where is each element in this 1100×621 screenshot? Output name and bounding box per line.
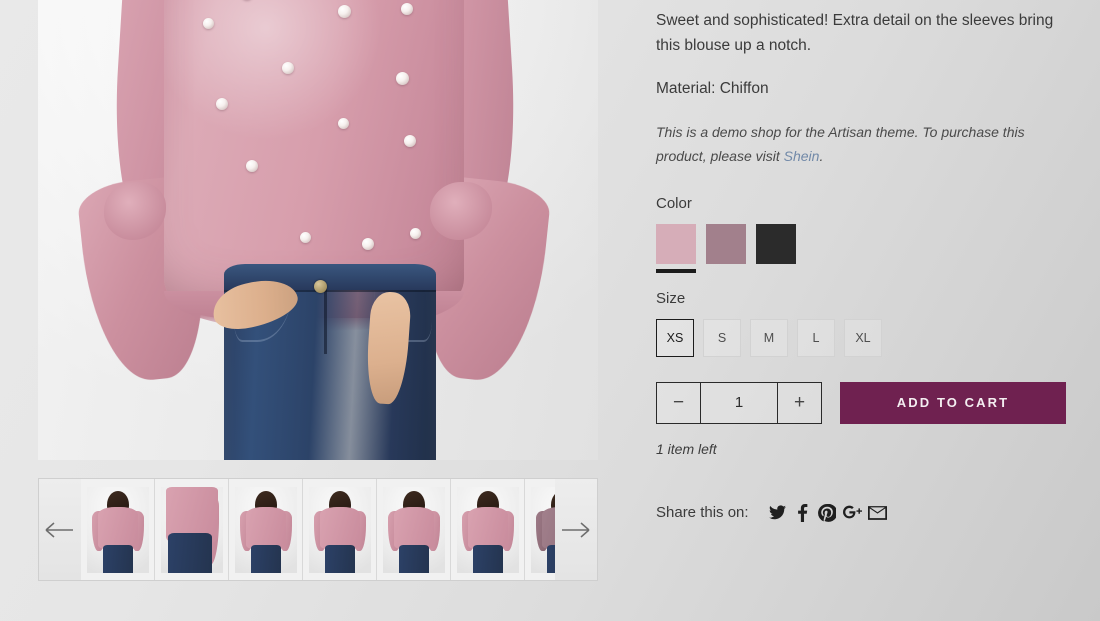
size-option-l[interactable]: L — [797, 318, 835, 357]
carousel-next-arrow[interactable] — [555, 479, 597, 580]
quantity-decrease-button[interactable]: − — [657, 382, 701, 423]
pearl-embellishment — [216, 98, 228, 110]
thumbnail-item[interactable] — [81, 479, 155, 580]
thumbnail-item[interactable] — [525, 479, 555, 580]
product-material: Material: Chiffon — [656, 80, 769, 98]
email-icon[interactable] — [865, 506, 890, 520]
color-label: Color — [656, 194, 692, 212]
product-page: Sweet and sophisticated! Extra detail on… — [0, 0, 1100, 621]
pearl-embellishment — [282, 62, 294, 74]
facebook-icon[interactable] — [790, 503, 815, 522]
share-label: Share this on: — [656, 504, 749, 522]
pearl-embellishment — [401, 3, 413, 15]
color-swatch-fill — [756, 223, 796, 264]
quantity-value[interactable]: 1 — [701, 383, 777, 423]
color-swatch-charcoal[interactable] — [756, 223, 796, 264]
size-option-s[interactable]: S — [703, 318, 741, 357]
thumbnail-item[interactable] — [229, 479, 303, 580]
thumbnail-image — [309, 487, 371, 573]
thumbnail-carousel — [38, 478, 598, 581]
carousel-prev-arrow[interactable] — [39, 479, 81, 580]
pearl-embellishment — [404, 135, 416, 147]
googleplus-icon[interactable] — [840, 504, 865, 521]
size-options: XS S M L XL — [656, 318, 1076, 357]
size-option-m[interactable]: M — [750, 318, 788, 357]
model-figure — [38, 0, 598, 460]
pearl-embellishment — [338, 5, 351, 18]
demo-shop-note: This is a demo shop for the Artisan them… — [656, 121, 1068, 169]
pinterest-icon[interactable] — [815, 503, 840, 522]
thumbnail-image — [235, 487, 297, 573]
color-swatch-pink[interactable] — [656, 223, 696, 273]
thumbnail-image — [457, 487, 519, 573]
product-details: Sweet and sophisticated! Extra detail on… — [656, 0, 1076, 621]
thumbnail-image — [531, 487, 555, 573]
color-swatches — [656, 223, 1076, 273]
pearl-embellishment — [246, 160, 258, 172]
product-description: Sweet and sophisticated! Extra detail on… — [656, 12, 1054, 55]
demo-note-suffix: . — [819, 148, 824, 165]
jeans-fly — [324, 288, 327, 354]
pearl-embellishment — [362, 238, 374, 250]
twitter-icon[interactable] — [765, 505, 790, 520]
pearl-embellishment — [410, 228, 421, 239]
thumbnail-item[interactable] — [451, 479, 525, 580]
pearl-embellishment — [338, 118, 349, 129]
color-swatch-fill — [706, 223, 746, 264]
size-label: Size — [656, 289, 686, 307]
size-option-xs[interactable]: XS — [656, 318, 694, 357]
size-option-xl[interactable]: XL — [844, 318, 882, 357]
demo-note-text: This is a demo shop for the Artisan them… — [656, 124, 1025, 165]
quantity-stepper: − 1 + — [656, 381, 822, 424]
pearl-embellishment — [203, 18, 214, 29]
stock-status: 1 item left — [656, 440, 717, 457]
shein-link[interactable]: Shein — [784, 148, 820, 164]
color-swatch-mauve[interactable] — [706, 223, 746, 264]
quantity-increase-button[interactable]: + — [777, 382, 821, 423]
jeans-button — [314, 280, 327, 293]
thumbnail-image — [383, 487, 445, 573]
thumbnail-image — [87, 487, 149, 573]
thumbnail-item[interactable] — [155, 479, 229, 580]
share-row: Share this on: — [656, 503, 1076, 522]
add-to-cart-button[interactable]: ADD TO CART — [840, 381, 1066, 424]
purchase-row: − 1 + ADD TO CART — [656, 381, 1076, 424]
main-product-image[interactable] — [38, 0, 598, 460]
pearl-embellishment — [300, 232, 311, 243]
thumbnail-track — [81, 479, 555, 580]
pearl-embellishment — [396, 72, 409, 85]
thumbnail-item[interactable] — [303, 479, 377, 580]
product-gallery — [38, 0, 598, 460]
thumbnail-item[interactable] — [377, 479, 451, 580]
color-swatch-fill — [656, 223, 696, 264]
thumbnail-image — [161, 487, 223, 573]
